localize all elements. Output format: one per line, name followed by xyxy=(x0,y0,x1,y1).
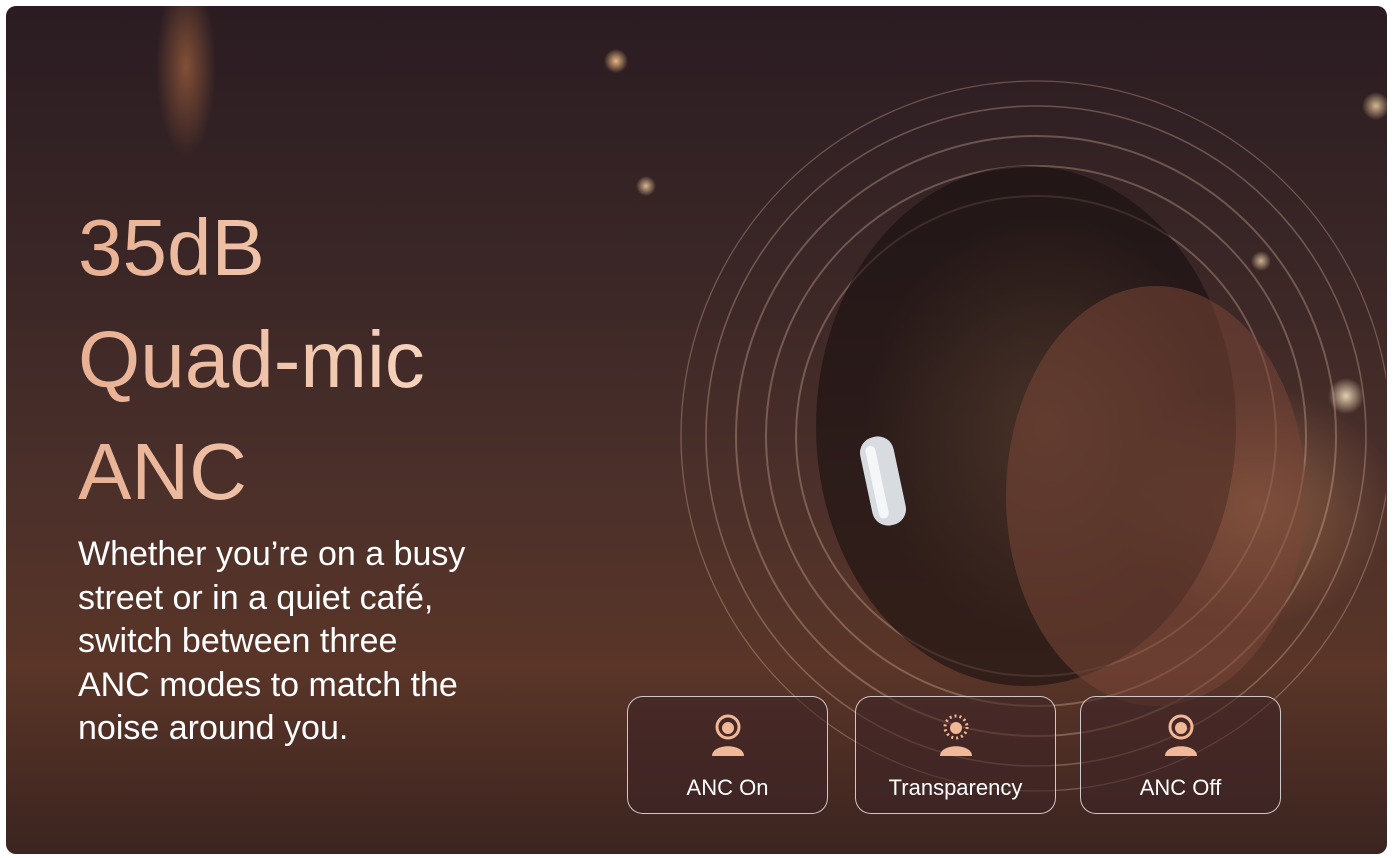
headline-line-1: 35dB xyxy=(78,203,265,292)
headline: 35dB Quad-mic ANC xyxy=(78,192,425,528)
anc-off-mode-button[interactable]: ANC Off xyxy=(1080,696,1281,814)
person-ring-icon xyxy=(1164,714,1197,756)
transparency-mode-button[interactable]: Transparency xyxy=(855,696,1056,814)
transparency-label: Transparency xyxy=(888,775,1023,800)
person-dotted-ring-icon xyxy=(939,714,972,756)
sound-wave-rings xyxy=(680,80,1386,792)
anc-on-mode-button[interactable]: ANC On xyxy=(627,696,828,814)
headline-line-2: Quad-mic xyxy=(78,315,425,404)
description-line-3: switch between three xyxy=(78,622,398,660)
description-line-4: ANC modes to match the xyxy=(78,665,458,704)
anc-on-label: ANC On xyxy=(686,775,769,800)
earbud-graphic xyxy=(859,436,907,526)
description-line-2: street or in a quiet café, xyxy=(78,578,434,617)
description-line-1: Whether you’re on a busy xyxy=(78,535,466,573)
anc-off-label: ANC Off xyxy=(1139,775,1222,800)
person-ring-icon xyxy=(711,714,744,756)
feature-description: Whether you’re on a busy street or in a … xyxy=(78,533,538,751)
description-line-5: noise around you. xyxy=(78,709,349,747)
headline-line-3: ANC xyxy=(78,427,247,516)
